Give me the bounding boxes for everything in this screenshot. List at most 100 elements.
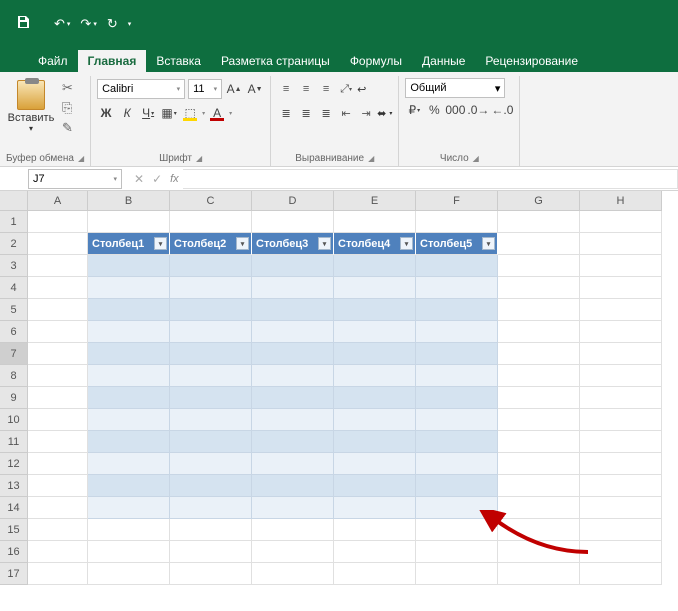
cell[interactable] <box>498 409 580 431</box>
cell[interactable] <box>28 497 88 519</box>
cell[interactable] <box>498 387 580 409</box>
cell[interactable] <box>334 321 416 343</box>
cell[interactable] <box>252 211 334 233</box>
cell[interactable] <box>252 453 334 475</box>
filter-button[interactable]: ▾ <box>318 237 331 250</box>
customize-qat-button[interactable]: ▾ <box>128 20 132 28</box>
cell[interactable] <box>170 497 252 519</box>
row-header-12[interactable]: 12 <box>0 453 28 475</box>
col-header-E[interactable]: E <box>334 191 416 211</box>
font-color-button[interactable]: A <box>208 103 226 123</box>
cell[interactable] <box>334 519 416 541</box>
cell[interactable] <box>334 255 416 277</box>
cell[interactable] <box>580 453 662 475</box>
cell[interactable] <box>252 277 334 299</box>
row-header-3[interactable]: 3 <box>0 255 28 277</box>
cell[interactable] <box>498 233 580 255</box>
cell[interactable] <box>28 233 88 255</box>
col-header-C[interactable]: C <box>170 191 252 211</box>
row-header-13[interactable]: 13 <box>0 475 28 497</box>
cell[interactable] <box>416 277 498 299</box>
cell[interactable] <box>580 519 662 541</box>
cell[interactable] <box>88 519 170 541</box>
cell[interactable] <box>498 211 580 233</box>
cell[interactable] <box>416 343 498 365</box>
align-center-icon[interactable]: ≣ <box>297 104 315 122</box>
cell[interactable] <box>170 211 252 233</box>
row-header-15[interactable]: 15 <box>0 519 28 541</box>
name-box[interactable]: J7▾ <box>28 169 122 189</box>
save-icon[interactable] <box>16 15 30 34</box>
increase-font-icon[interactable]: A▲ <box>225 79 243 99</box>
cell[interactable] <box>334 453 416 475</box>
cell[interactable] <box>28 475 88 497</box>
cell[interactable] <box>28 343 88 365</box>
cell[interactable]: Столбец1▾ <box>88 233 170 255</box>
repeat-button[interactable]: ↻ <box>107 16 118 32</box>
cell[interactable] <box>252 475 334 497</box>
cell[interactable] <box>170 475 252 497</box>
row-header-10[interactable]: 10 <box>0 409 28 431</box>
row-header-9[interactable]: 9 <box>0 387 28 409</box>
format-painter-icon[interactable]: ✎ <box>62 120 73 136</box>
cell[interactable] <box>88 211 170 233</box>
cell[interactable] <box>252 541 334 563</box>
cell[interactable] <box>252 255 334 277</box>
cell[interactable] <box>498 255 580 277</box>
row-header-1[interactable]: 1 <box>0 211 28 233</box>
cell[interactable] <box>498 563 580 585</box>
increase-indent-icon[interactable]: ⇥ <box>357 104 375 122</box>
cell[interactable] <box>580 475 662 497</box>
cell[interactable] <box>88 343 170 365</box>
cell[interactable]: Столбец5▾ <box>416 233 498 255</box>
align-top-icon[interactable]: ≡ <box>277 80 295 98</box>
cell[interactable] <box>252 497 334 519</box>
formula-bar[interactable] <box>183 169 678 189</box>
row-header-6[interactable]: 6 <box>0 321 28 343</box>
cell[interactable] <box>28 519 88 541</box>
wrap-text-button[interactable]: ↩ <box>357 83 366 96</box>
cell[interactable] <box>28 277 88 299</box>
cell[interactable] <box>88 409 170 431</box>
cell[interactable] <box>88 255 170 277</box>
tab-review[interactable]: Рецензирование <box>475 50 588 72</box>
cell[interactable] <box>580 277 662 299</box>
col-header-B[interactable]: B <box>88 191 170 211</box>
row-header-4[interactable]: 4 <box>0 277 28 299</box>
cell[interactable] <box>580 211 662 233</box>
cell[interactable] <box>88 475 170 497</box>
increase-decimal-icon[interactable]: .0→ <box>467 100 489 120</box>
cell[interactable] <box>88 431 170 453</box>
cell[interactable] <box>580 343 662 365</box>
row-header-7[interactable]: 7 <box>0 343 28 365</box>
filter-button[interactable]: ▾ <box>236 237 249 250</box>
col-header-G[interactable]: G <box>498 191 580 211</box>
cell[interactable] <box>28 541 88 563</box>
cell[interactable] <box>252 343 334 365</box>
copy-icon[interactable]: ⎘ <box>62 100 73 116</box>
tab-insert[interactable]: Вставка <box>146 50 211 72</box>
cell[interactable] <box>28 409 88 431</box>
cell[interactable] <box>498 343 580 365</box>
cell[interactable] <box>416 409 498 431</box>
border-button[interactable]: ▦▾ <box>160 103 178 123</box>
row-header-17[interactable]: 17 <box>0 563 28 585</box>
cell[interactable] <box>416 365 498 387</box>
cell[interactable] <box>28 365 88 387</box>
cell[interactable] <box>170 255 252 277</box>
percent-icon[interactable]: % <box>425 100 443 120</box>
cell[interactable] <box>416 563 498 585</box>
cell[interactable] <box>252 431 334 453</box>
cell[interactable] <box>334 497 416 519</box>
underline-button[interactable]: Ч▾ <box>139 103 157 123</box>
cell[interactable] <box>28 299 88 321</box>
currency-icon[interactable]: ₽▾ <box>405 100 423 120</box>
cell[interactable] <box>334 431 416 453</box>
cell[interactable]: Столбец2▾ <box>170 233 252 255</box>
cell[interactable] <box>580 255 662 277</box>
decrease-decimal-icon[interactable]: ←.0 <box>491 100 513 120</box>
cell[interactable] <box>88 299 170 321</box>
cell[interactable] <box>334 387 416 409</box>
col-header-A[interactable]: A <box>28 191 88 211</box>
cell[interactable]: Столбец4▾ <box>334 233 416 255</box>
